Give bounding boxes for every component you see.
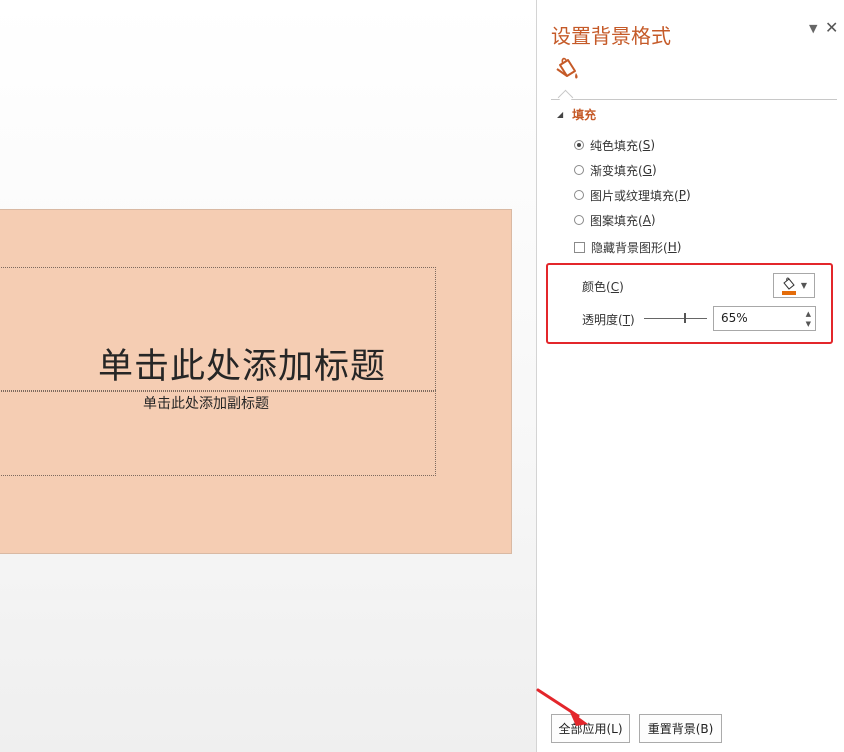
radio-picture-fill-label-post: ) xyxy=(685,188,691,202)
radio-gradient-fill-label-pre: 渐变填充( xyxy=(590,163,643,178)
transparency-slider-track[interactable] xyxy=(644,318,707,319)
fill-section-header[interactable]: ◢ 填充 xyxy=(557,106,596,123)
chevron-down-icon[interactable]: ▼ xyxy=(801,281,807,290)
radio-gradient-fill-label-post: ) xyxy=(652,163,657,177)
radio-picture-fill-key: P xyxy=(678,188,686,202)
radio-pattern-fill-label-post: ) xyxy=(650,213,656,227)
transparency-label-key: T xyxy=(622,313,631,327)
radio-pattern-fill[interactable]: 图案填充(A) xyxy=(574,212,656,228)
hide-graphics-key: H xyxy=(667,240,677,254)
checkbox-icon[interactable] xyxy=(574,241,585,253)
fill-bucket-icon[interactable] xyxy=(551,56,581,86)
hide-graphics-label-pre: 隐藏背景图形( xyxy=(591,240,668,255)
radio-picture-fill-label-pre: 图片或纹理填充( xyxy=(590,188,679,203)
radio-icon-selected[interactable] xyxy=(574,140,584,150)
slide-editing-canvas: 单击此处添加标题 单击此处添加副标题 xyxy=(0,0,536,752)
hide-graphics-label-post: ) xyxy=(676,240,682,254)
transparency-spinbox[interactable]: 65% ▲ ▼ xyxy=(713,306,816,331)
radio-picture-texture-fill[interactable]: 图片或纹理填充(P) xyxy=(574,187,691,203)
transparency-label-pre: 透明度( xyxy=(582,313,623,327)
reset-background-button[interactable]: 重置背景(B) xyxy=(639,714,722,743)
tab-divider xyxy=(551,99,837,100)
radio-icon[interactable] xyxy=(574,215,584,225)
subtitle-placeholder-text[interactable]: 单击此处添加副标题 xyxy=(0,393,412,413)
color-picker-button[interactable]: ▼ xyxy=(773,273,815,298)
radio-gradient-fill-key: G xyxy=(642,163,652,177)
color-label: 颜色(C) xyxy=(582,278,624,295)
paint-bucket-icon xyxy=(781,276,797,295)
transparency-slider-thumb[interactable] xyxy=(684,313,686,323)
radio-icon[interactable] xyxy=(574,165,584,175)
radio-solid-fill-label-pre: 纯色填充( xyxy=(590,138,643,153)
annotation-arrow-icon xyxy=(536,688,588,726)
radio-icon[interactable] xyxy=(574,190,584,200)
fill-section-label: 填充 xyxy=(572,108,597,122)
chevron-down-icon[interactable]: ▼ xyxy=(809,22,817,35)
color-label-post: ) xyxy=(619,280,624,294)
radio-pattern-fill-label-pre: 图案填充( xyxy=(590,213,643,228)
close-icon[interactable]: ✕ xyxy=(825,18,838,37)
collapse-triangle-icon[interactable]: ◢ xyxy=(557,110,563,119)
format-background-pane: 设置背景格式 ▼ ✕ ◢ 填充 纯色填充(S) 渐变填充(G) 图片或纹理填充(P… xyxy=(536,0,844,752)
tab-indicator xyxy=(557,89,574,106)
radio-solid-fill-label-post: ) xyxy=(650,138,655,152)
color-label-key: C xyxy=(610,280,620,294)
transparency-label: 透明度(T) xyxy=(582,311,635,328)
transparency-label-post: ) xyxy=(630,313,635,327)
radio-gradient-fill[interactable]: 渐变填充(G) xyxy=(574,162,657,178)
spin-down-icon[interactable]: ▼ xyxy=(806,320,811,328)
radio-solid-fill-key: S xyxy=(642,138,651,152)
transparency-value[interactable]: 65% xyxy=(721,311,748,325)
radio-solid-fill[interactable]: 纯色填充(S) xyxy=(574,137,655,153)
checkbox-hide-background-graphics[interactable]: 隐藏背景图形(H) xyxy=(574,239,681,255)
radio-pattern-fill-key: A xyxy=(642,213,651,227)
spin-up-icon[interactable]: ▲ xyxy=(806,310,811,318)
pane-title: 设置背景格式 xyxy=(551,24,671,48)
title-placeholder-text[interactable]: 单击此处添加标题 xyxy=(0,338,442,389)
color-label-pre: 颜色( xyxy=(582,280,611,294)
slide[interactable]: 单击此处添加标题 单击此处添加副标题 xyxy=(0,209,512,554)
